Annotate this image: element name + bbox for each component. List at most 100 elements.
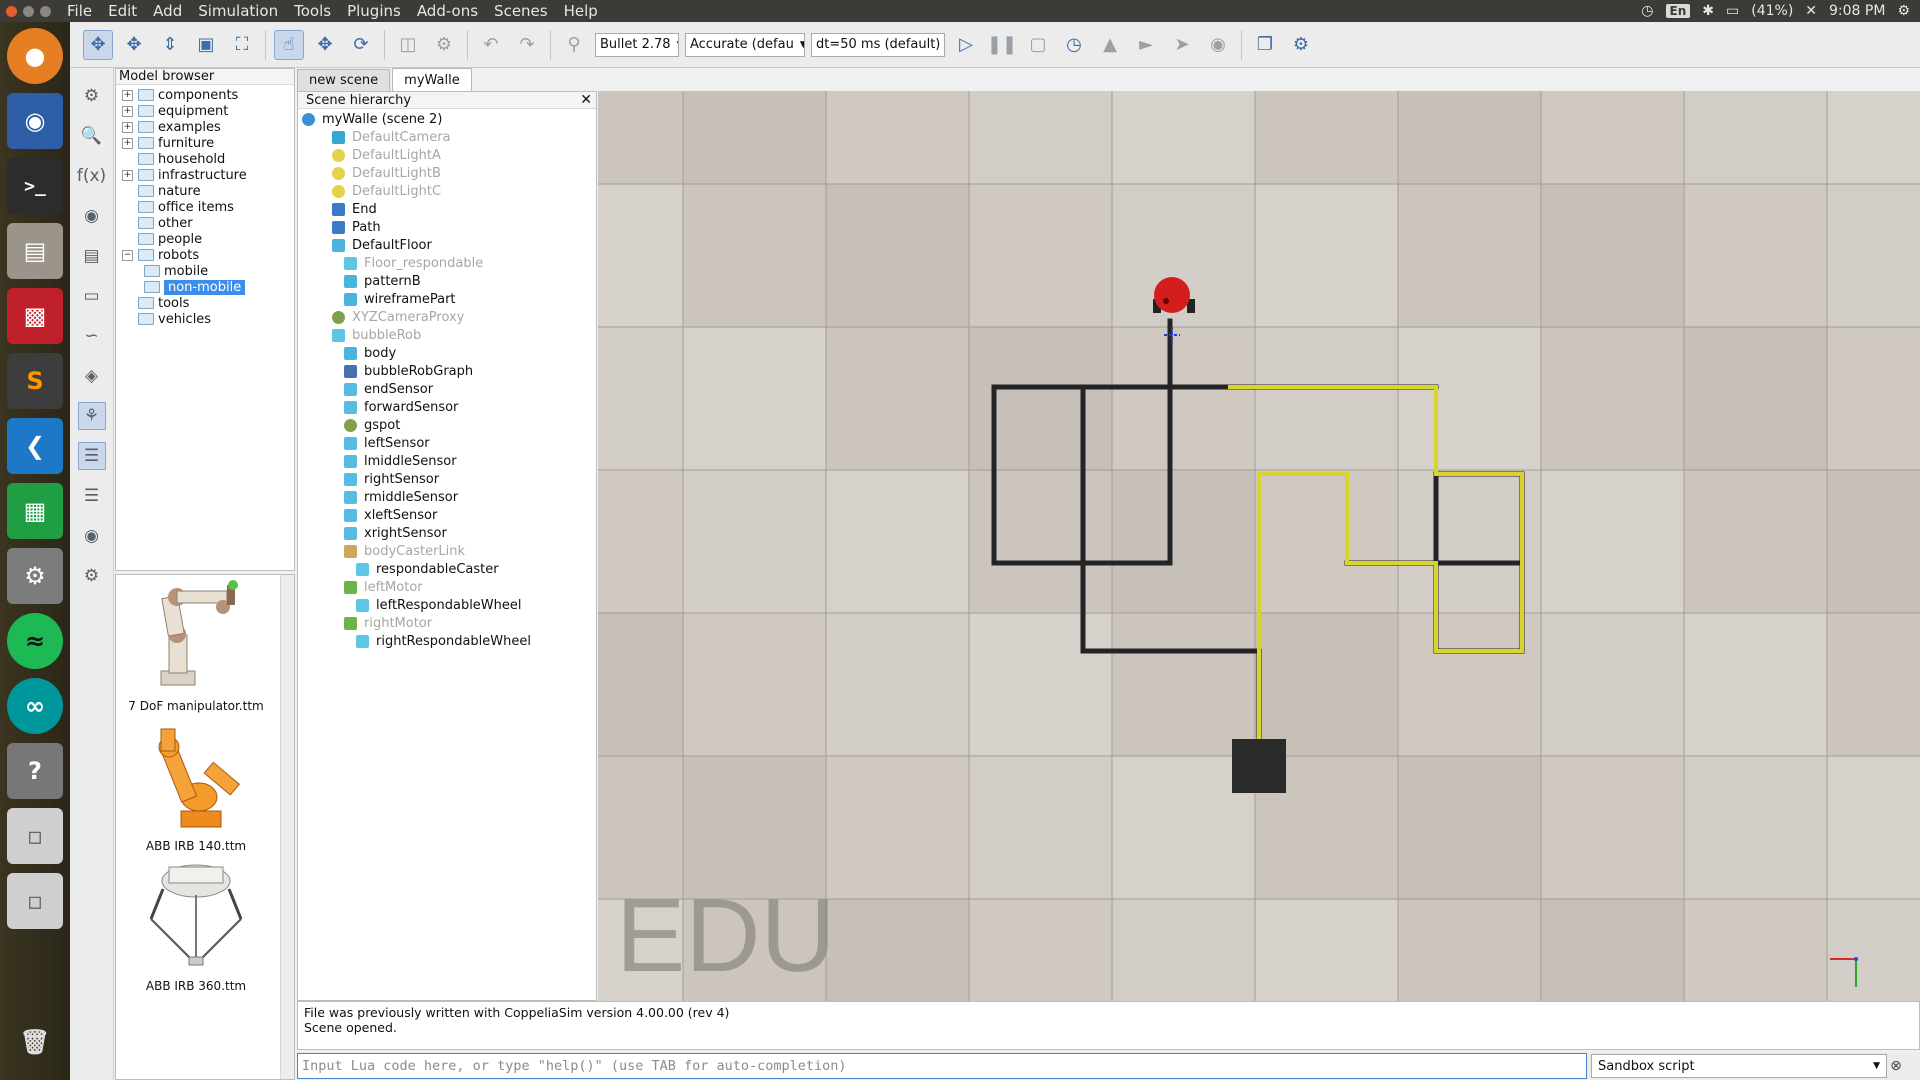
script-context-select[interactable]: Sandbox script ▼ (1591, 1054, 1887, 1078)
scene-viewport[interactable]: EDU (598, 91, 1920, 1001)
timestep-select[interactable]: dt=50 ms (default)▼ (811, 32, 945, 57)
expand-icon[interactable]: + (122, 121, 133, 133)
shape-edit-icon[interactable]: ▭ (78, 282, 106, 310)
model-folder-item[interactable]: + furniture (122, 135, 294, 151)
menu-tools[interactable]: Tools (286, 2, 339, 20)
hierarchy-object-row[interactable]: DefaultLightA (298, 146, 596, 164)
model-folder-item[interactable]: + components (122, 87, 294, 103)
model-folder-item[interactable]: household (122, 151, 294, 167)
hierarchy-object-row[interactable]: body (298, 344, 596, 362)
clock[interactable]: 9:08 PM (1829, 3, 1885, 19)
hierarchy-object-row[interactable]: leftRespondableWheel (298, 596, 596, 614)
menu-add-ons[interactable]: Add-ons (409, 2, 486, 20)
hierarchy-object-row[interactable]: DefaultLightC (298, 182, 596, 200)
redo-icon[interactable]: ↷ (512, 30, 542, 60)
thumbnail-7dof-manipulator[interactable]: 7 DoF manipulator.ttm (116, 579, 276, 713)
dynamics-toggle-icon[interactable]: ⚲ (559, 30, 589, 60)
model-browser-toggle-icon[interactable]: ⚘ (77, 402, 106, 430)
thread-rendering-icon[interactable]: ➤ (1167, 30, 1197, 60)
spreadsheet-icon[interactable]: ▦ (7, 483, 63, 539)
ubuntu-logo-icon[interactable]: ● (7, 28, 63, 84)
hierarchy-object-row[interactable]: rightSensor (298, 470, 596, 488)
coppeliasim-icon[interactable]: ▩ (7, 288, 63, 344)
hierarchy-object-row[interactable]: rightRespondableWheel (298, 632, 596, 650)
spotify-icon[interactable]: ≈ (7, 613, 63, 669)
model-folder-item[interactable]: non-mobile (122, 279, 294, 295)
model-folder-item[interactable]: + infrastructure (122, 167, 294, 183)
calculation-modules-icon[interactable]: f(x) (77, 162, 106, 190)
hierarchy-object-row[interactable]: lmiddleSensor (298, 452, 596, 470)
hierarchy-object-row[interactable]: DefaultCamera (298, 128, 596, 146)
stop-icon[interactable]: ▢ (1023, 30, 1053, 60)
menu-edit[interactable]: Edit (100, 2, 145, 20)
scene-hierarchy-toggle-icon[interactable]: ☰ (77, 442, 106, 470)
volume-muted-icon[interactable]: ✕ (1805, 3, 1817, 19)
model-folder-item[interactable]: nature (122, 183, 294, 199)
camera-shift-icon[interactable]: ⇕ (155, 30, 185, 60)
assemble-icon[interactable]: ◫ (393, 30, 423, 60)
tab-new-scene[interactable]: new scene (297, 69, 391, 91)
hierarchy-object-row[interactable]: patternB (298, 272, 596, 290)
close-window-icon[interactable] (6, 5, 17, 17)
slow-down-icon[interactable]: ▲ (1095, 30, 1125, 60)
camera-pan-icon[interactable]: ✥ (83, 29, 113, 60)
sublime-text-icon[interactable]: S (7, 353, 63, 409)
hierarchy-object-row[interactable]: XYZCameraProxy (298, 308, 596, 326)
maximize-window-icon[interactable] (40, 5, 51, 17)
battery-icon[interactable]: ▭ (1726, 3, 1739, 19)
expand-icon[interactable]: + (122, 89, 133, 101)
hierarchy-object-row[interactable]: DefaultLightB (298, 164, 596, 182)
hierarchy-object-row[interactable]: xrightSensor (298, 524, 596, 542)
object-shift-icon[interactable]: ✥ (310, 30, 340, 60)
collapse-icon[interactable]: − (122, 249, 133, 261)
scene-selector-icon[interactable]: ❐ (1250, 30, 1280, 60)
expand-icon[interactable]: + (122, 105, 133, 117)
undo-icon[interactable]: ↶ (476, 30, 506, 60)
object-rotate-icon[interactable]: ⟳ (346, 30, 376, 60)
hierarchy-object-row[interactable]: myWalle (scene 2) (298, 110, 596, 128)
close-icon[interactable]: ✕ (580, 92, 592, 108)
model-folder-item[interactable]: vehicles (122, 311, 294, 327)
video-recorder-icon[interactable]: ◉ (78, 522, 106, 550)
collections-icon[interactable]: ◉ (78, 202, 106, 230)
hierarchy-object-row[interactable]: bubbleRob (298, 326, 596, 344)
hierarchy-object-row[interactable]: Path (298, 218, 596, 236)
menu-plugins[interactable]: Plugins (339, 2, 409, 20)
hierarchy-object-row[interactable]: xleftSensor (298, 506, 596, 524)
hierarchy-object-row[interactable]: bodyCasterLink (298, 542, 596, 560)
menu-file[interactable]: File (59, 2, 100, 20)
drive-icon-2[interactable]: ▫ (7, 873, 63, 929)
click-select-icon[interactable]: ☝ (274, 29, 304, 60)
model-folder-item[interactable]: mobile (122, 263, 294, 279)
physics-engine-select[interactable]: Bullet 2.78 ▼ (595, 32, 679, 57)
transfer-dna-icon[interactable]: ⚙ (429, 30, 459, 60)
model-folder-item[interactable]: − robots (122, 247, 294, 263)
hierarchy-object-row[interactable]: forwardSensor (298, 398, 596, 416)
selection-icon[interactable]: ◈ (78, 362, 106, 390)
close-console-icon[interactable]: ⊗ (1887, 1058, 1905, 1074)
firefox-icon[interactable]: ◉ (7, 93, 63, 149)
hierarchy-object-row[interactable]: endSensor (298, 380, 596, 398)
bluetooth-icon[interactable]: ✱ (1702, 3, 1714, 19)
hierarchy-object-row[interactable]: rightMotor (298, 614, 596, 632)
fit-to-view-icon[interactable]: ⛶ (227, 30, 257, 60)
hierarchy-object-row[interactable]: rmiddleSensor (298, 488, 596, 506)
menu-scenes[interactable]: Scenes (486, 2, 556, 20)
help-unknown-icon[interactable]: ? (7, 743, 63, 799)
hierarchy-object-row[interactable]: wireframePart (298, 290, 596, 308)
realtime-icon[interactable]: ◷ (1059, 30, 1089, 60)
visualization-toggle-icon[interactable]: ◉ (1203, 30, 1233, 60)
hierarchy-object-row[interactable]: DefaultFloor (298, 236, 596, 254)
wifi-icon[interactable]: ◷ (1641, 3, 1653, 19)
thumbnails-scrollbar[interactable] (280, 575, 294, 1079)
model-folder-item[interactable]: people (122, 231, 294, 247)
terminal-icon[interactable]: >_ (7, 158, 63, 214)
minimize-window-icon[interactable] (23, 5, 34, 17)
menu-add[interactable]: Add (145, 2, 190, 20)
model-folder-item[interactable]: other (122, 215, 294, 231)
tab-mywalle[interactable]: myWalle (392, 68, 472, 91)
speed-up-icon[interactable]: ► (1131, 30, 1161, 60)
accuracy-select[interactable]: Accurate (defau ▼ (685, 32, 805, 57)
hierarchy-object-row[interactable]: Floor_respondable (298, 254, 596, 272)
pause-icon[interactable]: ❚❚ (987, 30, 1017, 60)
